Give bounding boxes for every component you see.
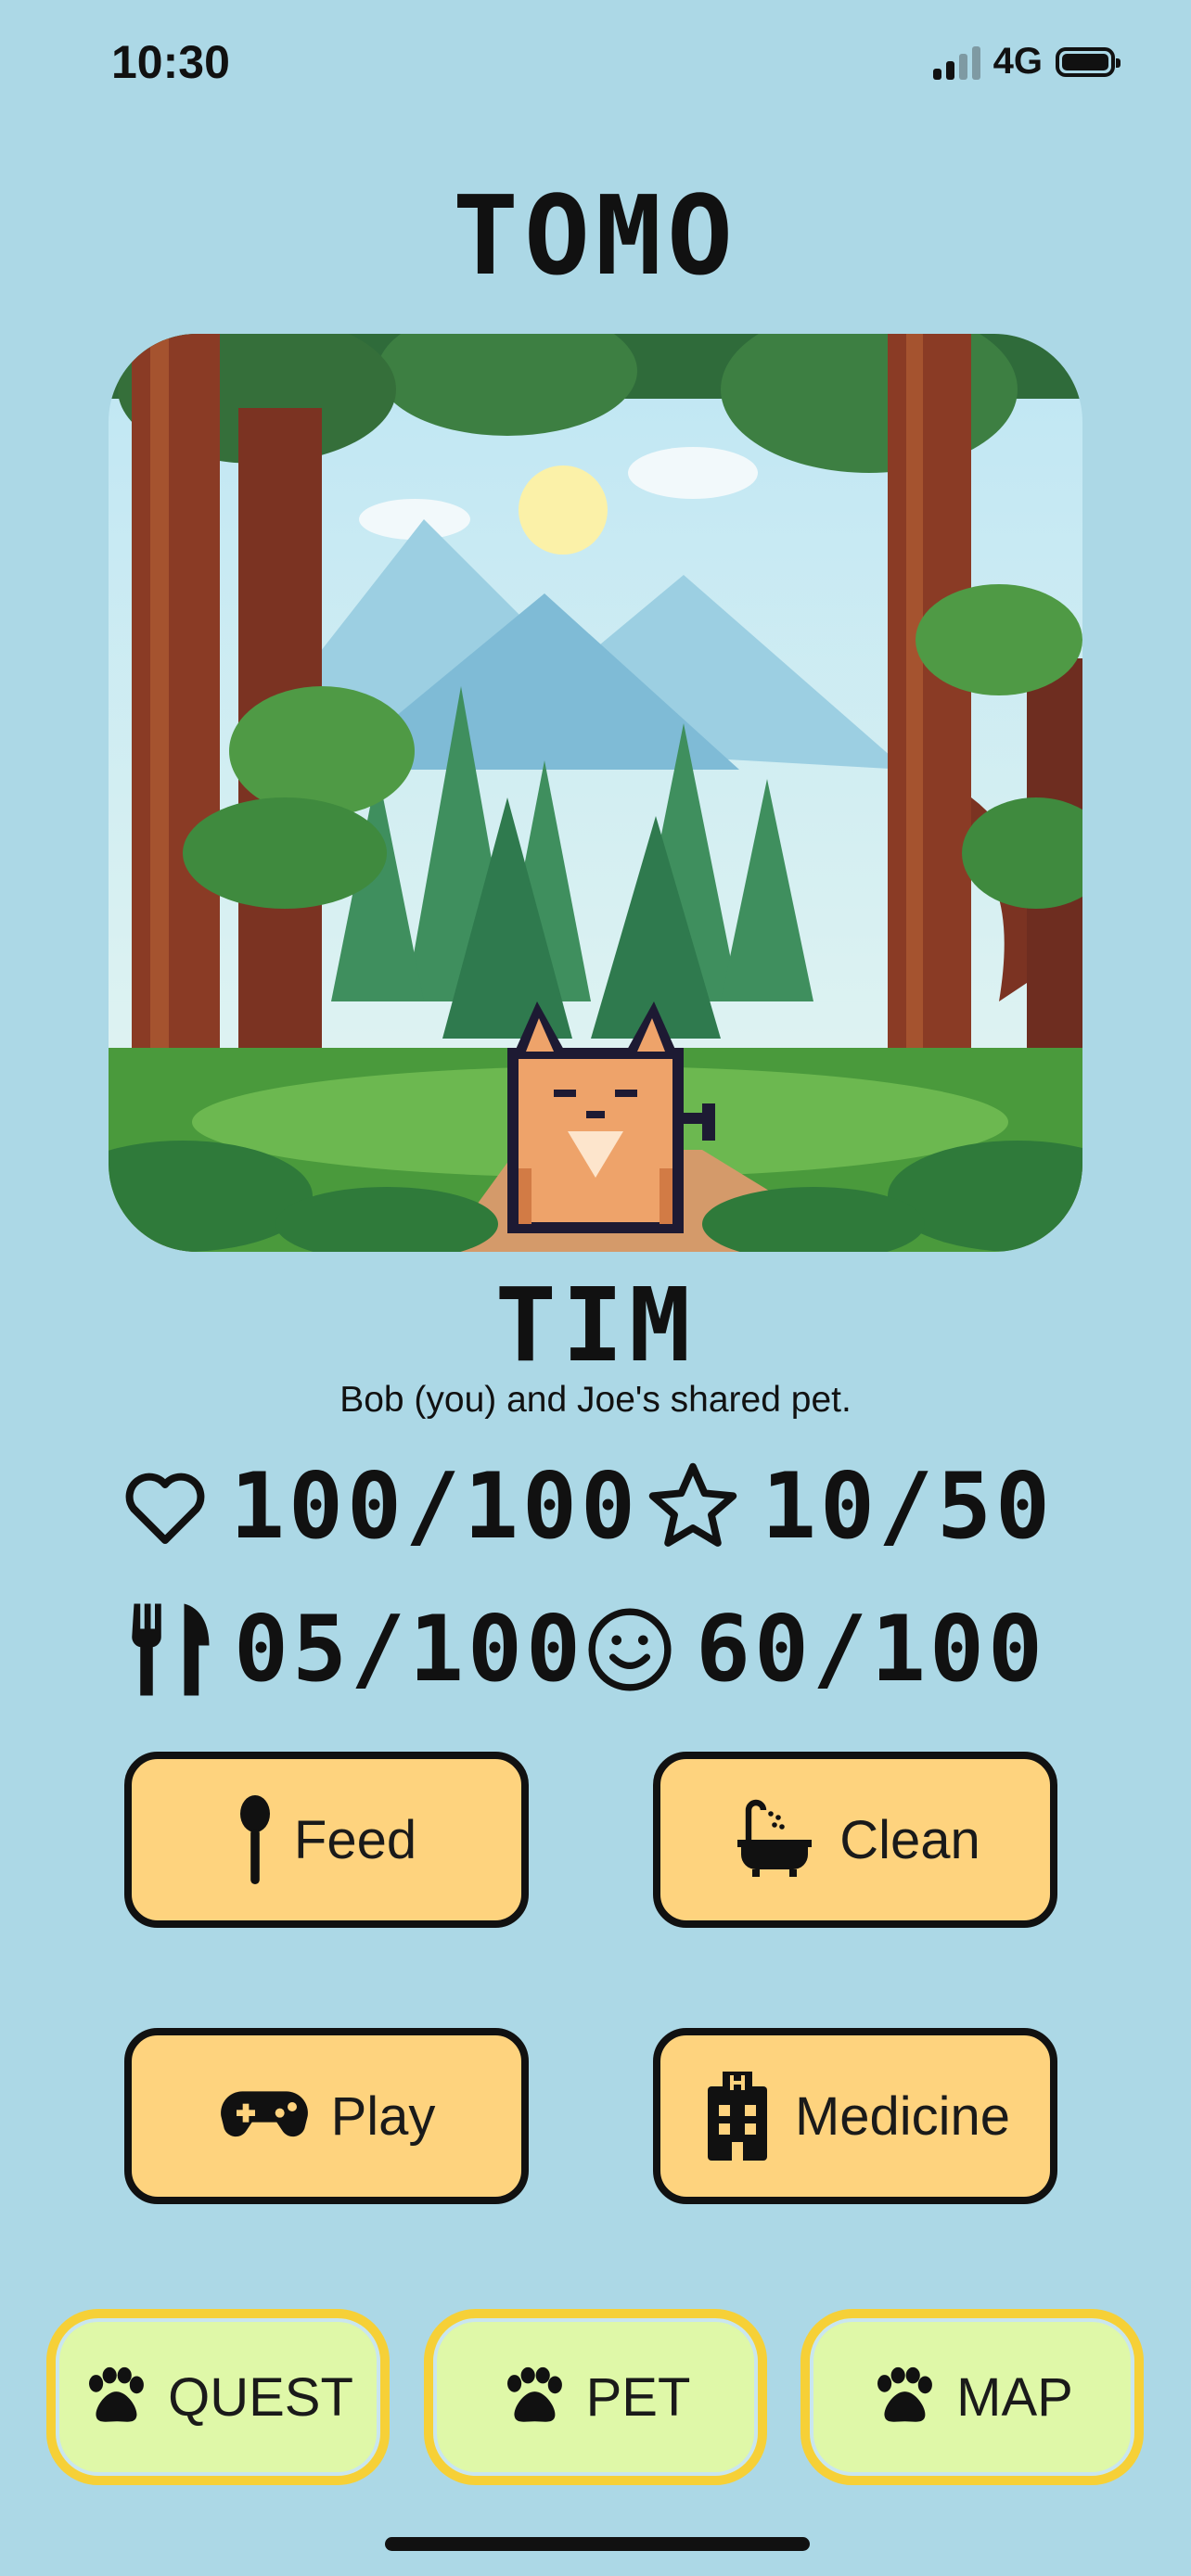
pet-subtitle: Bob (you) and Joe's shared pet.	[339, 1380, 852, 1420]
paw-icon	[506, 2366, 562, 2422]
fork-knife-icon	[132, 1603, 210, 1696]
play-button[interactable]: Play	[124, 2028, 529, 2204]
stat-happiness: 60/100	[584, 1597, 1046, 1702]
network-label: 4G	[992, 41, 1043, 82]
stat-health: 100/100	[121, 1454, 639, 1560]
hunger-value: 05/100	[234, 1597, 585, 1702]
pet-name: TIM	[494, 1266, 697, 1384]
battery-icon	[1056, 46, 1121, 77]
nav-map-label: MAP	[956, 2366, 1073, 2428]
stars-value: 10/50	[762, 1454, 1055, 1560]
heart-outline-icon	[125, 1473, 205, 1544]
play-label: Play	[330, 2085, 436, 2147]
health-value: 100/100	[230, 1454, 640, 1560]
stat-hunger: 05/100	[130, 1597, 584, 1702]
nav-map-button[interactable]: MAP	[800, 2309, 1144, 2485]
bathtub-icon	[737, 1799, 813, 1877]
gamepad-icon	[220, 2091, 308, 2137]
happiness-value: 60/100	[696, 1597, 1047, 1702]
paw-icon	[89, 2366, 145, 2422]
medicine-button[interactable]: Medicine	[653, 2028, 1057, 2204]
clean-button[interactable]: Clean	[653, 1752, 1057, 1928]
nav-pet-label: PET	[585, 2366, 691, 2428]
feed-label: Feed	[293, 1809, 417, 1870]
app-title: TOMO	[452, 172, 739, 300]
clean-label: Clean	[839, 1809, 980, 1870]
feed-button[interactable]: Feed	[124, 1752, 529, 1928]
spoon-icon	[239, 1795, 270, 1884]
home-indicator[interactable]	[385, 2537, 810, 2551]
stat-stars: 10/50	[645, 1454, 1054, 1560]
signal-icon	[932, 45, 980, 80]
smiley-icon	[588, 1608, 672, 1691]
pet-scene-image	[109, 334, 1082, 1252]
paw-icon	[877, 2366, 933, 2422]
nav-quest-label: QUEST	[168, 2366, 353, 2428]
star-outline-icon	[648, 1462, 737, 1547]
status-time: 10:30	[111, 36, 230, 88]
medicine-label: Medicine	[794, 2085, 1011, 2147]
status-indicators: 4G	[932, 41, 1121, 83]
nav-pet-button[interactable]: PET	[424, 2309, 767, 2485]
nav-quest-button[interactable]: QUEST	[46, 2309, 390, 2485]
hospital-icon	[707, 2072, 767, 2161]
